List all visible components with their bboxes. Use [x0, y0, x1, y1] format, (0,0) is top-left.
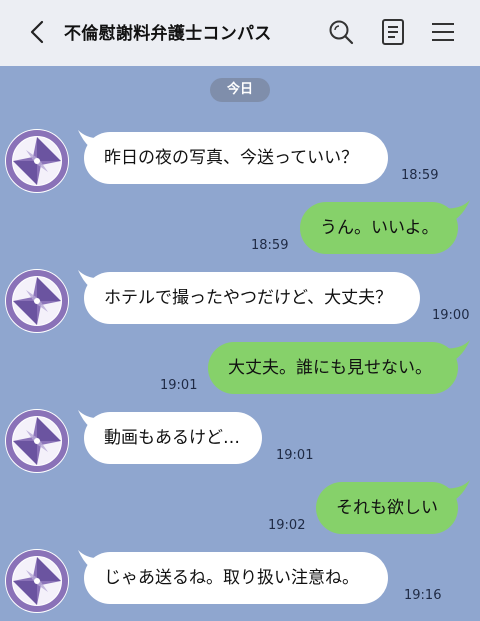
message-time: 18:59 [401, 168, 439, 183]
chat-title: 不倫慰謝料弁護士コンパス [64, 24, 272, 44]
message-time: 19:02 [268, 518, 306, 533]
message-time: 18:59 [251, 238, 289, 253]
date-divider: 今日 [210, 78, 270, 102]
back-icon[interactable] [24, 18, 52, 46]
search-icon[interactable] [326, 17, 356, 47]
message-bubble[interactable]: ホテルで撮ったやつだけど、大丈夫？ [84, 272, 420, 324]
avatar[interactable] [4, 128, 70, 194]
message-bubble[interactable]: 大丈夫。誰にも見せない。 [208, 342, 458, 394]
avatar[interactable] [4, 268, 70, 334]
menu-icon[interactable] [428, 17, 458, 47]
message-bubble[interactable]: じゃあ送るね。取り扱い注意ね。 [84, 552, 388, 604]
chat-header: 不倫慰謝料弁護士コンパス [0, 0, 480, 66]
message-bubble[interactable]: うん。いいよ。 [300, 202, 458, 254]
message-time: 19:01 [276, 448, 314, 463]
message-time: 19:00 [432, 308, 470, 323]
message-time: 19:16 [404, 588, 442, 603]
notes-icon[interactable] [378, 17, 408, 47]
avatar[interactable] [4, 548, 70, 614]
message-bubble[interactable]: 昨日の夜の写真、今送っていい？ [84, 132, 388, 184]
message-bubble[interactable]: それも欲しい [316, 482, 458, 534]
message-time: 19:01 [160, 378, 198, 393]
message-bubble[interactable]: 動画もあるけど… [84, 412, 262, 464]
avatar[interactable] [4, 408, 70, 474]
